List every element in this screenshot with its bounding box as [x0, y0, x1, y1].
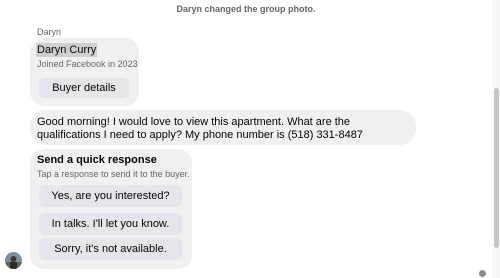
quick-response-yes-button[interactable]: Yes, are you interested? — [39, 185, 182, 207]
avatar-photo-icon — [5, 252, 22, 269]
buyer-profile-card: Daryn Curry Joined Facebook in 2023 Buye… — [30, 38, 139, 106]
sender-name: Daryn — [37, 27, 62, 37]
sender-avatar[interactable] — [5, 252, 22, 269]
joined-date: Joined Facebook in 2023 — [37, 59, 138, 69]
read-receipt-icon — [479, 270, 486, 277]
quick-response-card: Send a quick response Tap a response to … — [30, 149, 192, 269]
scrollbar-thumb[interactable] — [494, 88, 499, 248]
message-bubble[interactable]: Good morning! I would love to view this … — [30, 110, 416, 145]
group-photo-change-notice: Daryn changed the group photo. — [176, 4, 316, 14]
scrollbar[interactable] — [492, 0, 500, 278]
buyer-name[interactable]: Daryn Curry — [36, 43, 98, 57]
quick-response-not-available-button[interactable]: Sorry, it's not available. — [39, 238, 182, 260]
buyer-details-button[interactable]: Buyer details — [39, 78, 129, 98]
quick-response-in-talks-button[interactable]: In talks. I'll let you know. — [39, 213, 182, 235]
quick-response-title: Send a quick response — [37, 154, 157, 166]
message-text: Good morning! I would love to view this … — [37, 116, 363, 141]
quick-response-subtitle: Tap a response to send it to the buyer. — [37, 169, 190, 179]
